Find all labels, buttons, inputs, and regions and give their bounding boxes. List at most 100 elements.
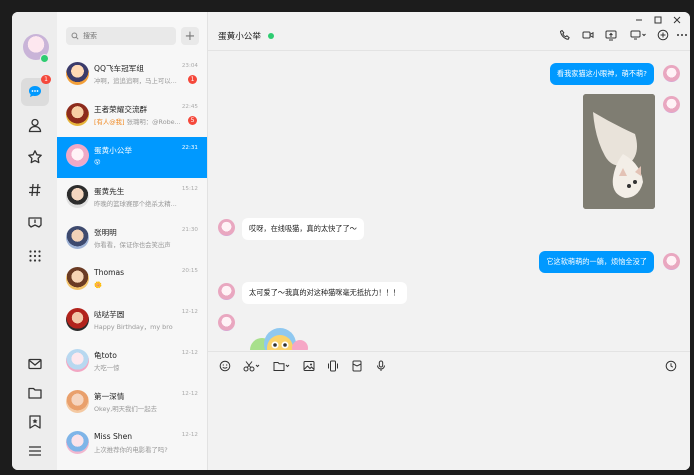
my-avatar[interactable] xyxy=(663,253,680,270)
zone-nav-button[interactable] xyxy=(24,146,46,168)
vibrate-icon xyxy=(328,360,338,372)
conversation-preview: 😵 xyxy=(94,158,101,166)
conversation-item[interactable]: 张明明 你看看，保证你也会笑出声 21:30 xyxy=(57,219,207,260)
video-call-button[interactable] xyxy=(581,28,595,42)
search-box[interactable] xyxy=(66,27,176,45)
remote-desktop-icon xyxy=(630,30,646,40)
hamburger-menu-icon xyxy=(29,446,41,456)
channels-nav-button[interactable] xyxy=(24,179,46,201)
search-input[interactable] xyxy=(83,32,173,40)
minimize-icon xyxy=(636,19,642,21)
conversation-name: 张明明 xyxy=(94,228,117,237)
chat-title: 蛋黄小公举 xyxy=(218,32,261,42)
message-input-area[interactable] xyxy=(208,351,690,470)
message-bubble-incoming[interactable]: 太可爱了～我真的对这种猫咪毫无抵抗力！！！ xyxy=(242,282,407,304)
menu-nav-button[interactable] xyxy=(24,440,46,462)
conversation-item[interactable]: 哒哒芋圆 Happy Birthday，my bro 12-12 xyxy=(57,301,207,342)
minimize-button[interactable] xyxy=(634,15,644,25)
my-avatar[interactable] xyxy=(663,96,680,113)
conversation-item[interactable]: 王者荣耀交流群 [有人@我] 张璐明：@Robe... 22:45 5 xyxy=(57,96,207,137)
conversation-item-selected[interactable]: 蛋黄小公举 😵 22:31 xyxy=(57,137,207,178)
red-packet-button[interactable] xyxy=(350,359,364,373)
conversation-name: Miss Shen xyxy=(94,432,133,441)
conversation-time: 23:04 xyxy=(181,63,198,69)
conversation-item[interactable]: 第一深情 Okey,明天我们一起去 12-12 xyxy=(57,383,207,424)
add-button[interactable]: + xyxy=(181,27,199,45)
folder-icon xyxy=(273,362,290,371)
close-button[interactable] xyxy=(672,15,682,25)
message-bubble-outgoing[interactable]: 看我家猫这小眼神，萌不萌? xyxy=(549,63,654,85)
shake-button[interactable] xyxy=(326,359,340,373)
conversation-item[interactable]: Thomas 🌼 20:15 xyxy=(57,260,207,301)
contacts-nav-button[interactable] xyxy=(24,114,46,136)
conversation-item[interactable]: Miss Shen 上次推荐你的电影看了吗? 12-12 xyxy=(57,424,207,465)
avatar xyxy=(66,308,89,331)
unread-badge: 5 xyxy=(188,116,197,125)
messages-nav-button[interactable]: 1 xyxy=(21,75,51,106)
cat-photo[interactable] xyxy=(583,94,655,209)
message-bubble-incoming[interactable]: 哎呀，在线吸猫，真的太快了了～ xyxy=(242,218,364,240)
screen-share-button[interactable] xyxy=(604,28,618,42)
grid-icon xyxy=(29,250,41,262)
add-circle-icon xyxy=(657,29,669,41)
conversation-preview: Okey,明天我们一起去 xyxy=(94,405,157,413)
nav-rail: 1 xyxy=(12,12,57,470)
my-avatar[interactable] xyxy=(663,65,680,82)
files-nav-button[interactable] xyxy=(24,382,46,404)
conversation-time: 12-12 xyxy=(181,350,198,356)
image-button[interactable] xyxy=(302,359,316,373)
contact-avatar[interactable] xyxy=(218,219,235,236)
plus-icon: + xyxy=(184,28,196,44)
conversation-item[interactable]: 龟toto 大吃一惊 12-12 xyxy=(57,342,207,383)
conversation-preview: Happy Birthday，my bro xyxy=(94,323,173,331)
maximize-icon xyxy=(654,16,662,24)
voice-message-button[interactable] xyxy=(374,359,388,373)
conversation-item[interactable]: QQ飞车冠军组 冲啊，追追追啊，马上可以... 23:04 1 xyxy=(57,55,207,96)
add-member-button[interactable] xyxy=(656,28,670,42)
games-nav-button[interactable] xyxy=(24,211,46,233)
file-button[interactable] xyxy=(272,359,292,373)
conversation-name: Thomas xyxy=(94,268,125,277)
phone-icon xyxy=(559,29,570,40)
message-bubble-outgoing[interactable]: 它这软萌萌的一躺，烦恼全没了 xyxy=(539,251,654,273)
conversation-preview: 昨晚的篮球赛那个绝杀太精... xyxy=(94,200,177,208)
sticker-message[interactable] xyxy=(248,318,308,350)
unread-badge: 1 xyxy=(188,75,197,84)
conversation-preview: [有人@我] 张璐明：@Robe... xyxy=(94,117,189,126)
avatar xyxy=(66,62,89,85)
avatar xyxy=(66,144,89,167)
contact-avatar[interactable] xyxy=(218,283,235,300)
emoji-button[interactable] xyxy=(218,359,232,373)
conversation-list: + QQ飞车冠军组 冲啊，追追追啊，马上可以... 23:04 1 王者荣耀交流… xyxy=(57,12,208,470)
history-button[interactable] xyxy=(664,359,678,373)
more-dots-icon xyxy=(677,34,687,36)
conversation-preview: 🌼 xyxy=(94,281,102,289)
conversation-time: 22:31 xyxy=(181,145,198,151)
conversation-time: 12-12 xyxy=(181,391,198,397)
avatar xyxy=(66,267,89,290)
messages-badge: 1 xyxy=(41,75,51,84)
maximize-button[interactable] xyxy=(653,15,663,25)
avatar xyxy=(66,185,89,208)
avatar xyxy=(66,349,89,372)
conversation-item[interactable]: 蛋黄先生 昨晚的篮球赛那个绝杀太精... 15:12 xyxy=(57,178,207,219)
search-icon xyxy=(71,32,79,40)
screenshot-button[interactable] xyxy=(242,359,262,373)
remote-assist-button[interactable] xyxy=(628,28,650,42)
more-button[interactable] xyxy=(675,28,689,42)
conversation-name: 哒哒芋圆 xyxy=(94,310,125,319)
contact-avatar[interactable] xyxy=(218,314,235,331)
voice-call-button[interactable] xyxy=(558,28,572,42)
bookmark-star-icon xyxy=(29,415,41,429)
apps-nav-button[interactable] xyxy=(24,245,46,267)
favorites-nav-button[interactable] xyxy=(24,411,46,433)
close-icon xyxy=(673,16,681,24)
conversation-preview: 你看看，保证你也会笑出声 xyxy=(94,241,171,249)
online-status-dot xyxy=(268,33,274,39)
mail-nav-button[interactable] xyxy=(24,353,46,375)
chat-panel: 蛋黄小公举 看我家猫这小眼神，萌不萌? 哎呀，在线吸猫，真的太快了了～ 它这软萌… xyxy=(208,12,690,470)
header-divider xyxy=(208,50,690,51)
conversation-name: 龟toto xyxy=(94,351,117,360)
mention-tag: [有人@我] xyxy=(94,118,125,126)
conversation-name: 王者荣耀交流群 xyxy=(94,105,148,114)
